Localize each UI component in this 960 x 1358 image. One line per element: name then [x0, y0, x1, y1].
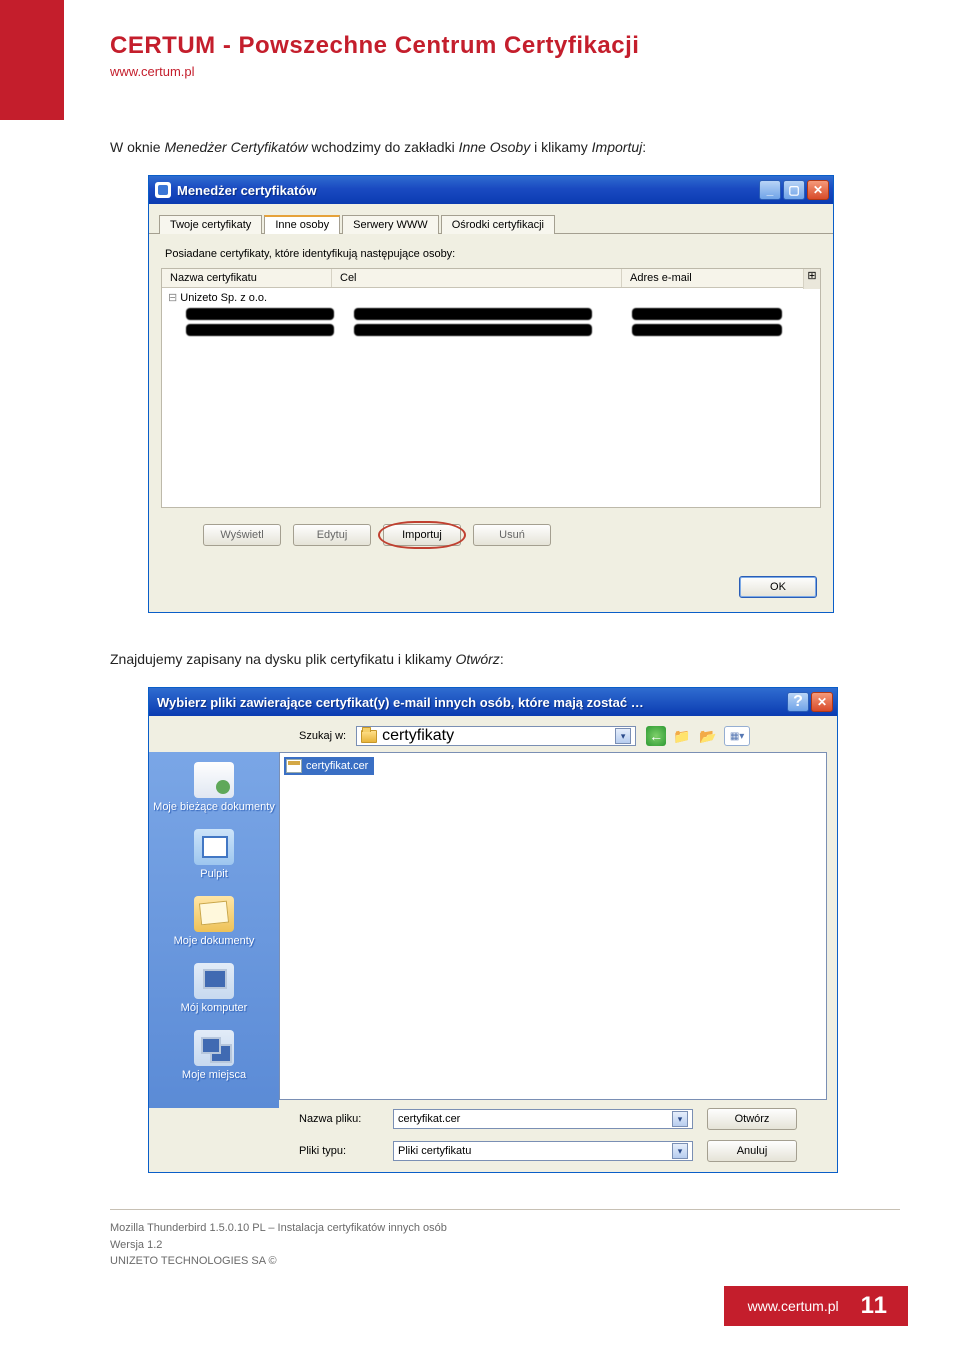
- tab-other-people[interactable]: Inne osoby: [264, 215, 340, 234]
- filename-input[interactable]: certyfikat.cer ▾: [393, 1109, 693, 1129]
- cert-manager-window: Menedżer certyfikatów _ ▢ ✕ Twoje certyf…: [148, 175, 834, 613]
- table-row[interactable]: [162, 306, 820, 322]
- header-accent-bar: [0, 0, 64, 120]
- footer-meta: Mozilla Thunderbird 1.5.0.10 PL – Instal…: [0, 1220, 960, 1270]
- file-item-selected[interactable]: certyfikat.cer: [284, 757, 374, 775]
- paragraph-2: Znajdujemy zapisany na dysku plik certyf…: [0, 613, 960, 687]
- window-title: Menedżer certyfikatów: [177, 183, 759, 198]
- help-button[interactable]: ?: [787, 692, 809, 712]
- places-network[interactable]: Moje miejsca: [149, 1026, 279, 1091]
- footer-line-1: Mozilla Thunderbird 1.5.0.10 PL – Instal…: [110, 1220, 960, 1237]
- edit-button[interactable]: Edytuj: [293, 524, 371, 546]
- my-computer-icon: [194, 963, 234, 999]
- folder-icon: [361, 730, 377, 743]
- ok-button[interactable]: OK: [739, 576, 817, 598]
- my-documents-icon: [194, 896, 234, 932]
- filetype-select[interactable]: Pliki certyfikatu ▾: [393, 1141, 693, 1161]
- tab-caption: Posiadane certyfikaty, które identyfikuj…: [149, 234, 833, 268]
- column-email[interactable]: Adres e-mail: [622, 269, 820, 287]
- certificate-file-icon: [286, 759, 302, 773]
- cert-list-header: Nazwa certyfikatu Cel Adres e-mail ⊞: [162, 269, 820, 288]
- delete-button[interactable]: Usuń: [473, 524, 551, 546]
- lookin-value: certyfikaty: [382, 727, 454, 745]
- close-button[interactable]: ✕: [807, 180, 829, 200]
- redacted-email: [632, 324, 782, 336]
- tab-your-certs[interactable]: Twoje certyfikaty: [159, 215, 262, 234]
- file-dialog-titlebar[interactable]: Wybierz pliki zawierające certyfikat(y) …: [149, 688, 837, 716]
- places-my-documents[interactable]: Moje dokumenty: [149, 892, 279, 957]
- view-button[interactable]: Wyświetl: [203, 524, 281, 546]
- app-icon: [155, 182, 171, 198]
- tab-servers[interactable]: Serwery WWW: [342, 215, 439, 234]
- network-places-icon: [194, 1030, 234, 1066]
- places-desktop[interactable]: Pulpit: [149, 825, 279, 890]
- minimize-button[interactable]: _: [759, 180, 781, 200]
- lookin-combo[interactable]: certyfikaty ▾: [356, 726, 636, 746]
- page-title: CERTUM - Powszechne Centrum Certyfikacji: [110, 32, 960, 60]
- view-menu-icon[interactable]: ▦▾: [724, 726, 750, 746]
- cert-manager-buttons: Wyświetl Edytuj Importuj Usuń: [149, 508, 833, 554]
- maximize-button[interactable]: ▢: [783, 180, 805, 200]
- footer-divider: [110, 1209, 900, 1210]
- column-name[interactable]: Nazwa certyfikatu: [162, 269, 332, 287]
- chevron-down-icon[interactable]: ▾: [672, 1143, 688, 1159]
- lookin-label: Szukaj w:: [299, 730, 346, 742]
- table-row[interactable]: [162, 322, 820, 338]
- footer-site-url: www.certum.pl: [748, 1298, 839, 1314]
- chevron-down-icon[interactable]: ▾: [672, 1111, 688, 1127]
- column-purpose[interactable]: Cel: [332, 269, 622, 287]
- footer-line-2: Wersja 1.2: [110, 1237, 960, 1254]
- redacted-name: [186, 308, 334, 320]
- back-icon[interactable]: ←: [646, 726, 666, 746]
- places-bar: Moje bieżące dokumenty Pulpit Moje dokum…: [149, 752, 279, 1108]
- places-my-computer[interactable]: Mój komputer: [149, 959, 279, 1024]
- redacted-email: [632, 308, 782, 320]
- new-folder-icon[interactable]: 📂: [698, 726, 718, 746]
- places-recent[interactable]: Moje bieżące dokumenty: [149, 758, 279, 823]
- file-dialog-window: Wybierz pliki zawierające certyfikat(y) …: [148, 687, 838, 1173]
- desktop-icon: [194, 829, 234, 865]
- tab-strip: Twoje certyfikaty Inne osoby Serwery WWW…: [149, 204, 833, 234]
- file-list[interactable]: certyfikat.cer: [279, 752, 827, 1100]
- page-number: 11: [861, 1292, 888, 1320]
- close-button[interactable]: ✕: [811, 692, 833, 712]
- redacted-purpose: [354, 308, 592, 320]
- intro-paragraph: W oknie Menedżer Certyfikatów wchodzimy …: [0, 79, 960, 175]
- footer-line-3: UNIZETO TECHNOLOGIES SA ©: [110, 1253, 960, 1270]
- cert-manager-titlebar[interactable]: Menedżer certyfikatów _ ▢ ✕: [149, 176, 833, 204]
- redacted-purpose: [354, 324, 592, 336]
- cert-list[interactable]: Nazwa certyfikatu Cel Adres e-mail ⊞ Uni…: [161, 268, 821, 508]
- filename-label: Nazwa pliku:: [299, 1113, 379, 1125]
- chevron-down-icon[interactable]: ▾: [615, 728, 631, 744]
- cancel-button[interactable]: Anuluj: [707, 1140, 797, 1162]
- page-header: CERTUM - Powszechne Centrum Certyfikacji…: [0, 0, 960, 79]
- redacted-name: [186, 324, 334, 336]
- footer-red-band: www.certum.pl 11: [724, 1286, 908, 1326]
- org-node[interactable]: Unizeto Sp. z o.o.: [162, 289, 820, 306]
- import-button[interactable]: Importuj: [383, 524, 461, 546]
- open-button[interactable]: Otwórz: [707, 1108, 797, 1130]
- recent-docs-icon: [194, 762, 234, 798]
- filetype-label: Pliki typu:: [299, 1145, 379, 1157]
- tab-authorities[interactable]: Ośrodki certyfikacji: [441, 215, 555, 234]
- header-site-url: www.certum.pl: [110, 64, 960, 79]
- up-folder-icon[interactable]: 📁: [672, 726, 692, 746]
- column-picker-icon[interactable]: ⊞: [803, 269, 820, 289]
- file-dialog-title: Wybierz pliki zawierające certyfikat(y) …: [157, 695, 787, 710]
